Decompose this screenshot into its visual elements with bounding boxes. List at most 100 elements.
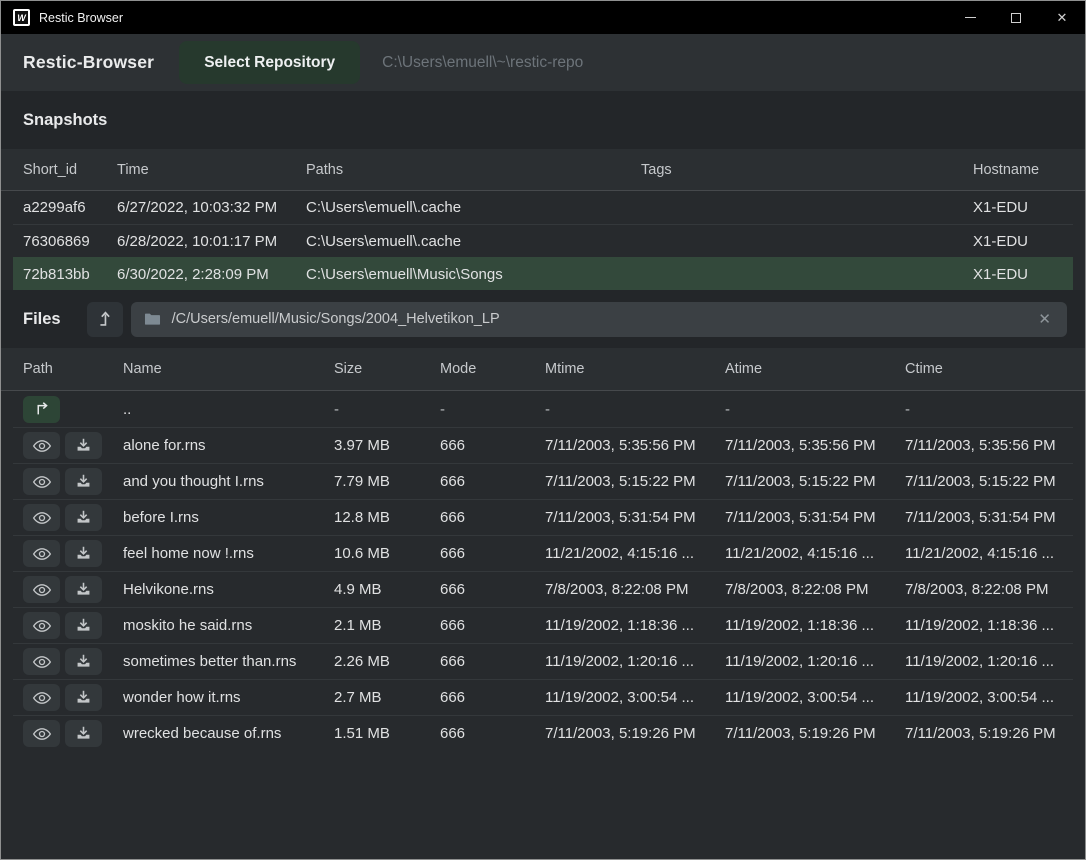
snapshot-row[interactable]: 76306869 6/28/2022, 10:01:17 PM C:\Users… bbox=[13, 224, 1073, 257]
maximize-button[interactable] bbox=[993, 1, 1039, 34]
preview-button[interactable] bbox=[23, 648, 60, 675]
snapshot-row-selected[interactable]: 72b813bb 6/30/2022, 2:28:09 PM C:\Users\… bbox=[13, 257, 1073, 290]
column-atime: Atime bbox=[725, 361, 905, 377]
column-mode: Mode bbox=[440, 361, 545, 377]
close-button[interactable]: ✕ bbox=[1039, 1, 1085, 34]
file-ctime: 7/11/2003, 5:35:56 PM bbox=[905, 437, 1073, 454]
file-row: sometimes better than.rns 2.26 MB 666 11… bbox=[13, 643, 1073, 679]
file-size: 2.1 MB bbox=[334, 617, 440, 634]
file-ctime: 11/19/2002, 1:18:36 ... bbox=[905, 617, 1073, 634]
file-atime: 7/11/2003, 5:15:22 PM bbox=[725, 473, 905, 490]
download-button[interactable] bbox=[65, 648, 102, 675]
download-button[interactable] bbox=[65, 504, 102, 531]
download-button[interactable] bbox=[65, 612, 102, 639]
download-button[interactable] bbox=[65, 684, 102, 711]
file-mode: 666 bbox=[440, 725, 545, 742]
file-size: 1.51 MB bbox=[334, 725, 440, 742]
column-mtime: Mtime bbox=[545, 361, 725, 377]
file-mode: 666 bbox=[440, 689, 545, 706]
file-mtime: 11/19/2002, 1:20:16 ... bbox=[545, 653, 725, 670]
download-button[interactable] bbox=[65, 720, 102, 747]
file-ctime: 11/19/2002, 1:20:16 ... bbox=[905, 653, 1073, 670]
file-ctime: 7/8/2003, 8:22:08 PM bbox=[905, 581, 1073, 598]
current-path-bar[interactable]: /C/Users/emuell/Music/Songs/2004_Helveti… bbox=[131, 302, 1067, 337]
preview-button[interactable] bbox=[23, 432, 60, 459]
preview-button[interactable] bbox=[23, 612, 60, 639]
snapshot-row[interactable]: a2299af6 6/27/2022, 10:03:32 PM C:\Users… bbox=[13, 191, 1073, 224]
file-mtime: 7/11/2003, 5:15:22 PM bbox=[545, 473, 725, 490]
download-icon bbox=[74, 508, 93, 527]
download-icon bbox=[74, 544, 93, 563]
file-row: Helvikone.rns 4.9 MB 666 7/8/2003, 8:22:… bbox=[13, 571, 1073, 607]
download-icon bbox=[74, 724, 93, 743]
preview-button[interactable] bbox=[23, 540, 60, 567]
file-atime: 11/19/2002, 1:20:16 ... bbox=[725, 653, 905, 670]
file-name: feel home now !.rns bbox=[123, 545, 334, 562]
file-name: Helvikone.rns bbox=[123, 581, 334, 598]
clear-path-icon[interactable]: ✕ bbox=[1034, 308, 1055, 330]
column-time: Time bbox=[117, 162, 306, 178]
file-name: moskito he said.rns bbox=[123, 617, 334, 634]
parent-directory-button[interactable] bbox=[23, 396, 60, 423]
file-mode: 666 bbox=[440, 473, 545, 490]
file-name: and you thought I.rns bbox=[123, 473, 334, 490]
file-size: 7.79 MB bbox=[334, 473, 440, 490]
eye-icon bbox=[32, 472, 52, 492]
preview-button[interactable] bbox=[23, 468, 60, 495]
column-paths: Paths bbox=[306, 162, 641, 178]
parent-directory-icon bbox=[32, 399, 52, 419]
select-repository-button[interactable]: Select Repository bbox=[179, 41, 360, 84]
preview-button[interactable] bbox=[23, 504, 60, 531]
preview-button[interactable] bbox=[23, 720, 60, 747]
file-atime: 7/11/2003, 5:19:26 PM bbox=[725, 725, 905, 742]
snapshots-title: Snapshots bbox=[23, 111, 107, 130]
snapshot-short-id: a2299af6 bbox=[23, 199, 117, 216]
file-mode: 666 bbox=[440, 509, 545, 526]
file-row: moskito he said.rns 2.1 MB 666 11/19/200… bbox=[13, 607, 1073, 643]
current-path-text: /C/Users/emuell/Music/Songs/2004_Helveti… bbox=[172, 311, 500, 327]
file-row: feel home now !.rns 10.6 MB 666 11/21/20… bbox=[13, 535, 1073, 571]
preview-button[interactable] bbox=[23, 576, 60, 603]
download-button[interactable] bbox=[65, 432, 102, 459]
file-mode: 666 bbox=[440, 653, 545, 670]
preview-button[interactable] bbox=[23, 684, 60, 711]
file-atime: 7/11/2003, 5:31:54 PM bbox=[725, 509, 905, 526]
file-name: sometimes better than.rns bbox=[123, 653, 334, 670]
file-mode: 666 bbox=[440, 617, 545, 634]
files-title: Files bbox=[23, 310, 61, 329]
column-name: Name bbox=[123, 361, 334, 377]
file-name: before I.rns bbox=[123, 509, 334, 526]
snapshot-time: 6/28/2022, 10:01:17 PM bbox=[117, 233, 306, 250]
file-name: alone for.rns bbox=[123, 437, 334, 454]
column-tags: Tags bbox=[641, 162, 973, 178]
folder-icon bbox=[143, 310, 162, 329]
snapshots-section-header: Snapshots bbox=[1, 91, 1085, 149]
snapshot-short-id: 72b813bb bbox=[23, 266, 117, 283]
file-atime: 7/8/2003, 8:22:08 PM bbox=[725, 581, 905, 598]
snapshot-paths: C:\Users\emuell\.cache bbox=[306, 233, 641, 250]
file-mtime: 11/19/2002, 1:18:36 ... bbox=[545, 617, 725, 634]
file-ctime: 7/11/2003, 5:19:26 PM bbox=[905, 725, 1073, 742]
minimize-button[interactable] bbox=[947, 1, 993, 34]
eye-icon bbox=[32, 616, 52, 636]
column-short-id: Short_id bbox=[23, 162, 117, 178]
download-icon bbox=[74, 472, 93, 491]
download-button[interactable] bbox=[65, 540, 102, 567]
file-size: 2.7 MB bbox=[334, 689, 440, 706]
download-icon bbox=[74, 652, 93, 671]
file-atime: 11/19/2002, 3:00:54 ... bbox=[725, 689, 905, 706]
repository-path-text: C:\Users\emuell\~\restic-repo bbox=[382, 54, 583, 72]
close-icon: ✕ bbox=[1057, 11, 1068, 24]
file-row: alone for.rns 3.97 MB 666 7/11/2003, 5:3… bbox=[13, 427, 1073, 463]
level-up-button[interactable] bbox=[87, 302, 123, 337]
eye-icon bbox=[32, 724, 52, 744]
snapshot-paths: C:\Users\emuell\.cache bbox=[306, 199, 641, 216]
download-button[interactable] bbox=[65, 576, 102, 603]
file-ctime: 7/11/2003, 5:31:54 PM bbox=[905, 509, 1073, 526]
download-button[interactable] bbox=[65, 468, 102, 495]
file-ctime: 11/19/2002, 3:00:54 ... bbox=[905, 689, 1073, 706]
file-atime: - bbox=[725, 401, 905, 418]
file-size: - bbox=[334, 401, 440, 418]
file-size: 10.6 MB bbox=[334, 545, 440, 562]
maximize-icon bbox=[1011, 13, 1021, 23]
